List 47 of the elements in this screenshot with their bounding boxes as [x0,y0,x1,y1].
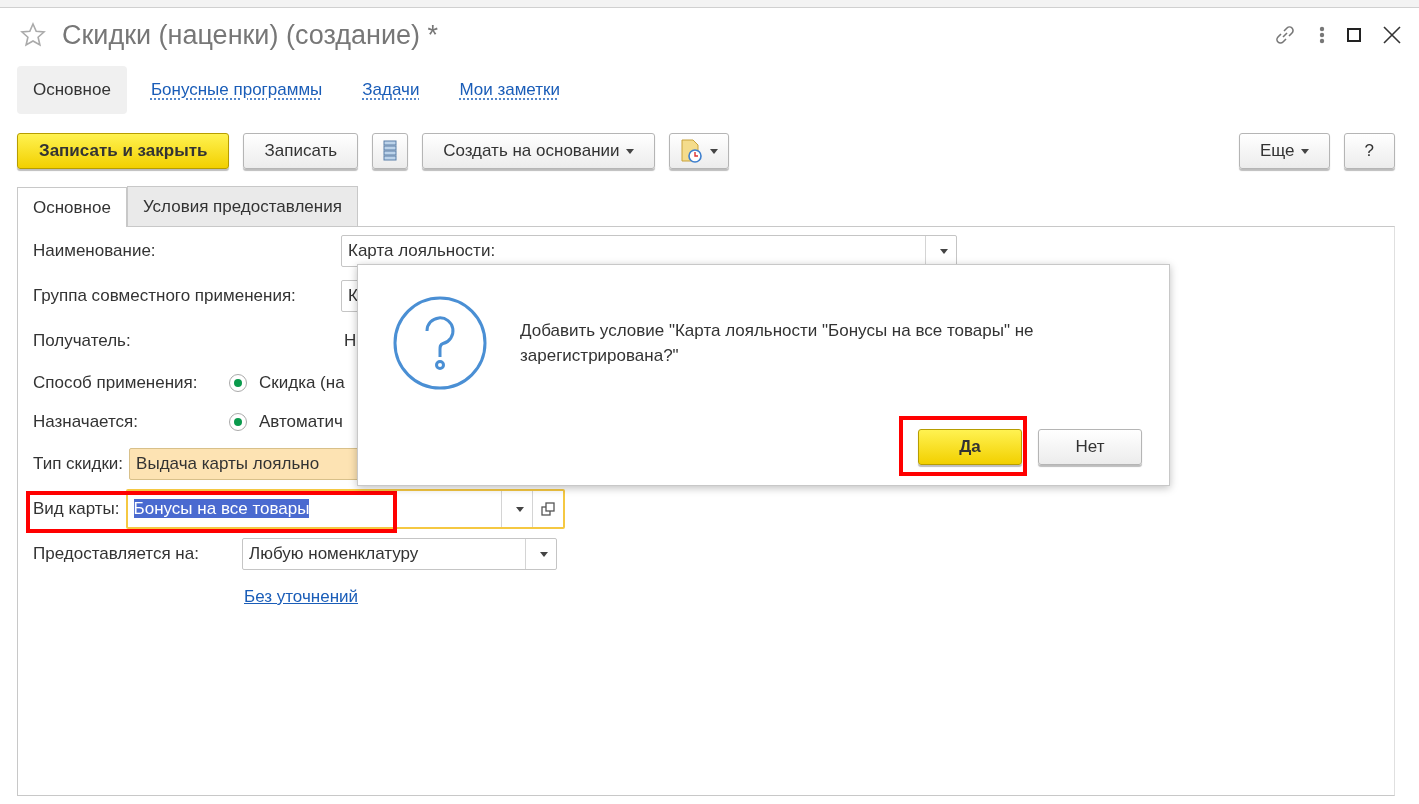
caret-icon [709,148,718,154]
close-icon[interactable] [1383,26,1401,44]
caret-icon [515,506,524,512]
save-close-button[interactable]: Записать и закрыть [17,133,230,169]
nav-tab[interactable]: Бонусные программы [134,66,339,114]
card-type-field[interactable]: Бонусы на все товары [125,489,565,529]
field-label: Группа совместного применения: [33,286,297,306]
caret-icon [540,551,548,557]
field-label: Вид карты: [33,499,120,519]
maximize-icon[interactable] [1347,28,1361,42]
question-icon [392,295,488,391]
caret-icon [940,248,948,254]
link-icon[interactable] [1273,23,1297,47]
no-button[interactable]: Нет [1038,429,1142,465]
combo-field[interactable]: Любую номенклатуру [242,538,557,570]
caret-icon [1300,148,1309,154]
window-title: Скидки (наценки) (создание) * [62,19,438,51]
field-label: Предоставляется на: [33,544,200,564]
list-icon [383,140,398,162]
structure-button[interactable] [372,133,409,169]
save-button[interactable]: Записать [243,133,359,169]
report-button[interactable] [668,133,729,169]
field-label: Получатель: [33,331,132,351]
field-label: Назначается: [33,412,140,432]
open-icon[interactable] [540,502,555,516]
menu-button[interactable]: Создать на основании [422,133,655,169]
caret-icon [625,148,634,154]
form-tab[interactable]: Основное [17,187,127,227]
radio-label: Скидка (на [259,373,345,393]
field-value: Н [344,331,357,351]
more-icon[interactable] [1319,26,1325,44]
star-icon[interactable] [20,22,46,48]
menu-button[interactable]: Еще [1238,133,1330,169]
combo-field[interactable]: Карта лояльности: [341,235,957,267]
field-label: Тип скидки: [33,454,124,474]
nav-tab[interactable]: Мои заметки [443,66,576,114]
refinement-link[interactable]: Без уточнений [244,587,358,606]
field-label: Наименование: [33,241,157,261]
help-button[interactable]: ? [1343,133,1395,169]
document-clock-icon [679,139,704,163]
nav-tab[interactable]: Задачи [346,66,436,114]
nav-tab[interactable]: Основное [17,66,127,114]
yes-button[interactable]: Да [918,429,1022,465]
radio-label: Автоматич [259,412,343,432]
form-tab[interactable]: Условия предоставления [126,186,358,226]
field-label: Способ применения: [33,373,199,393]
dialog-message: Добавить условие "Карта лояльности "Бонусы на все товары" не зарегистрирована?" [520,320,1035,367]
